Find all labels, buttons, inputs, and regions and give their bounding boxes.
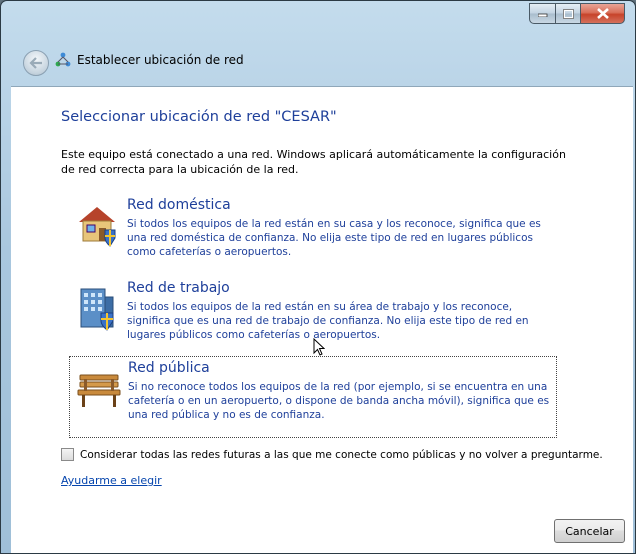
network-icon [55,52,71,67]
window-controls [529,3,625,24]
mouse-cursor-icon [313,338,325,356]
option-title: Red de trabajo [127,280,230,296]
dialog-window: Establecer ubicación de red Seleccionar … [0,0,636,554]
checkbox-label: Considerar todas las redes futuras a las… [80,448,603,461]
public-networks-checkbox-row[interactable]: Considerar todas las redes futuras a las… [61,448,603,461]
content-area: Seleccionar ubicación de red "CESAR" Est… [11,86,633,553]
close-button[interactable] [581,3,625,24]
page-title: Seleccionar ubicación de red "CESAR" [61,109,337,125]
minimize-icon [537,13,547,17]
intro-text: Este equipo está conectado a una red. Wi… [61,148,566,176]
cancel-button[interactable]: Cancelar [554,519,625,543]
back-button[interactable] [23,50,49,76]
option-public-network[interactable]: Red pública Si no reconoce todos los equ… [69,356,557,438]
maximize-button[interactable] [556,3,581,24]
option-description: Si no reconoce todos los equipos de la r… [128,381,550,421]
option-home-network[interactable]: Red doméstica Si todos los equipos de la… [69,194,555,274]
home-network-icon [75,202,121,248]
minimize-button[interactable] [529,3,556,24]
title-bar [1,1,635,43]
option-title: Red pública [128,360,210,376]
public-networks-checkbox[interactable] [61,448,74,461]
option-description: Si todos los equipos de la red están en … [127,218,541,258]
maximize-icon [562,8,574,19]
option-work-network[interactable]: Red de trabajo Si todos los equipos de l… [69,277,555,357]
back-arrow-icon [29,57,42,69]
help-me-choose-link[interactable]: Ayudarme a elegir [61,474,162,487]
window-title-area: Establecer ubicación de red [55,52,244,68]
option-description: Si todos los equipos de la red están en … [127,301,529,341]
option-title: Red doméstica [127,197,231,213]
close-icon [596,8,609,19]
navigation-bar: Establecer ubicación de red [1,43,635,86]
work-network-icon [75,285,121,331]
bench-icon [76,365,122,411]
window-title: Establecer ubicación de red [77,53,244,67]
